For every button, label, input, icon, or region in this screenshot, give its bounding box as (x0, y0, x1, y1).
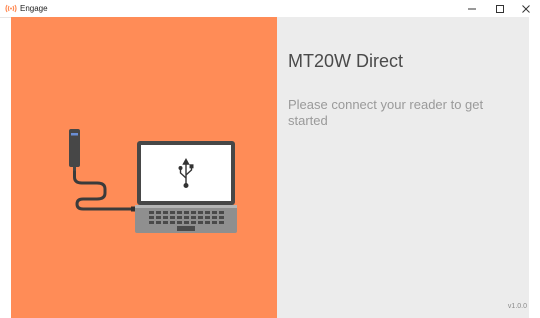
minimize-button[interactable] (458, 0, 486, 17)
cable-icon (73, 170, 137, 211)
close-icon (522, 4, 530, 13)
connect-reader-illustration (69, 129, 237, 233)
engage-logo-icon (5, 4, 17, 13)
window-title: Engage (20, 4, 48, 13)
instruction-text: Please connect your reader to get starte… (288, 97, 484, 128)
page-title: MT20W Direct (288, 51, 404, 71)
window-edge (529, 17, 540, 318)
title-bar: Engage (0, 0, 540, 18)
card-reader-icon (69, 129, 80, 172)
close-button[interactable] (512, 0, 540, 17)
version-label: v1.0.0 (507, 303, 527, 310)
content-panel: MT20W Direct Please connect your reader … (277, 17, 529, 318)
maximize-button[interactable] (486, 0, 514, 17)
maximize-icon (496, 4, 504, 13)
minimize-icon (468, 8, 476, 9)
illustration-panel (11, 17, 277, 318)
